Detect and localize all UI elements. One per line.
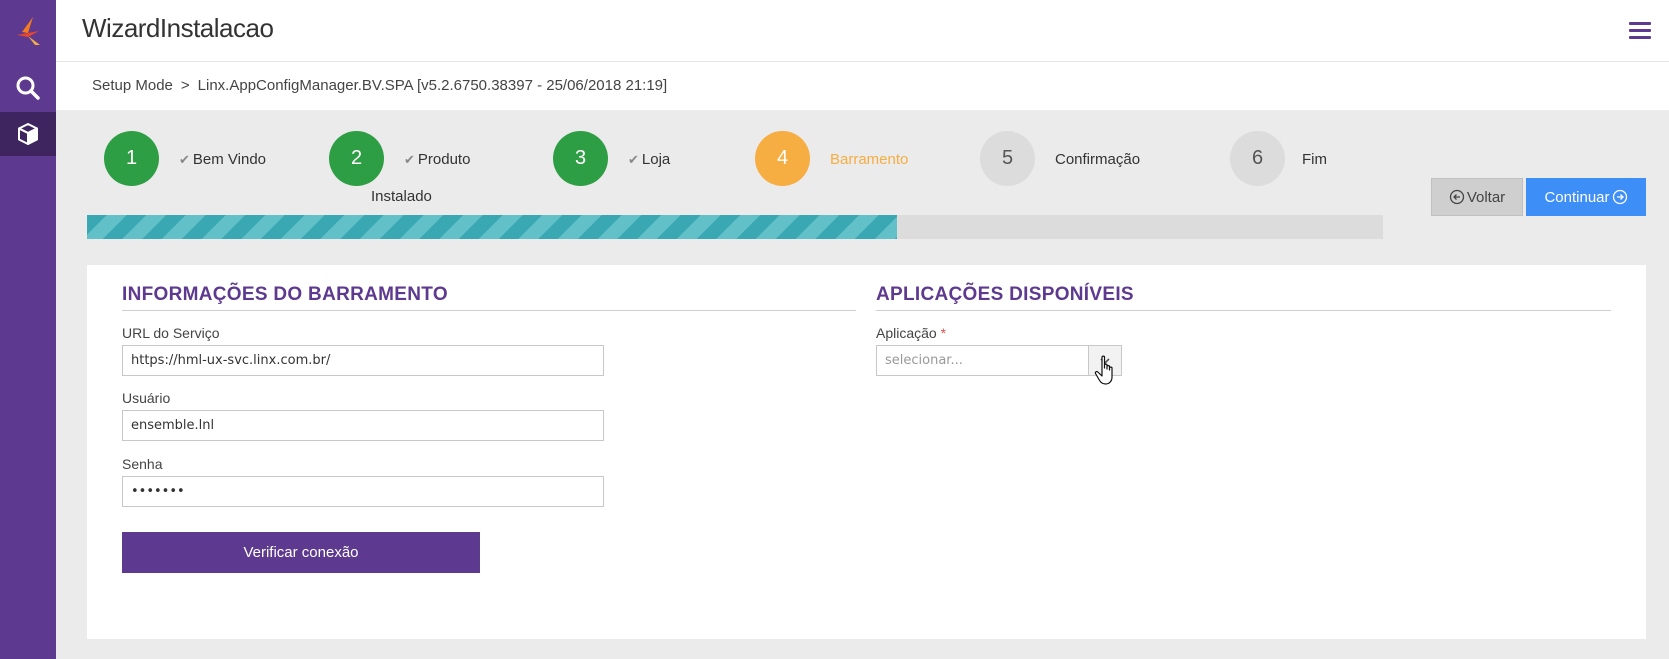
sidebar bbox=[0, 0, 56, 659]
top-bar: WizardInstalacao bbox=[56, 0, 1669, 62]
wizard-progress-bar bbox=[87, 215, 1383, 239]
hand-pointer-cursor-icon bbox=[1094, 355, 1118, 392]
app-select[interactable]: selecionar... bbox=[876, 345, 1122, 376]
back-button-label: Voltar bbox=[1466, 188, 1506, 206]
search-icon[interactable] bbox=[0, 66, 56, 110]
check-icon: ✔ bbox=[404, 152, 415, 167]
url-field[interactable]: https://hml-ux-svc.linx.com.br/ bbox=[122, 345, 604, 376]
breadcrumb-item-setup-mode[interactable]: Setup Mode bbox=[92, 77, 173, 94]
hamburger-menu-icon[interactable] bbox=[1629, 22, 1651, 40]
breadcrumb: Setup Mode > Linx.AppConfigManager.BV.SPA … bbox=[92, 77, 667, 94]
step-label-line2: Instalado bbox=[371, 188, 432, 205]
package-box-icon[interactable] bbox=[0, 112, 56, 156]
app-title: WizardInstalacao bbox=[82, 13, 274, 43]
user-label: Usuário bbox=[122, 390, 171, 406]
apps-section-divider bbox=[876, 310, 1611, 311]
breadcrumb-bar: Setup Mode > Linx.AppConfigManager.BV.SPA … bbox=[56, 62, 1669, 110]
continue-button-label: Continuar bbox=[1544, 188, 1610, 206]
password-label: Senha bbox=[122, 456, 163, 472]
bus-section-divider bbox=[122, 310, 856, 311]
breadcrumb-item-app: Linx.AppConfigManager.BV.SPA [v5.2.6750.… bbox=[197, 77, 668, 94]
check-icon: ✔ bbox=[628, 152, 639, 167]
breadcrumb-separator: > bbox=[180, 77, 190, 94]
linx-logo-icon[interactable] bbox=[0, 8, 56, 54]
required-mark: * bbox=[940, 325, 947, 341]
wizard-stepper: 1 ✔ Bem Vindo 2 ✔ Produto Instalado 3 ✔ Loj… bbox=[56, 110, 1669, 250]
arrow-left-circle-icon bbox=[1449, 189, 1464, 205]
step-label: Confirmação bbox=[1055, 151, 1141, 168]
verify-connection-button[interactable]: Verificar conexão bbox=[122, 532, 480, 573]
step-label: ✔ Bem Vindo bbox=[179, 151, 267, 168]
form-panel: INFORMAÇÕES DO BARRAMENTO URL do Serviço… bbox=[87, 265, 1646, 639]
step-label: Barramento bbox=[830, 151, 909, 168]
step-number: 4 bbox=[755, 131, 810, 186]
step-label: ✔ Loja bbox=[628, 151, 671, 168]
app-label: Aplicação * bbox=[876, 325, 947, 341]
back-button[interactable]: Voltar bbox=[1431, 178, 1523, 216]
continue-button[interactable]: Continuar bbox=[1526, 178, 1646, 216]
arrow-right-circle-icon bbox=[1612, 189, 1627, 205]
bus-section-title: INFORMAÇÕES DO BARRAMENTO bbox=[122, 284, 448, 305]
step-number: 1 bbox=[104, 131, 159, 186]
step-number: 3 bbox=[553, 131, 608, 186]
check-icon: ✔ bbox=[179, 152, 190, 167]
apps-section-title: APLICAÇÕES DISPONÍVEIS bbox=[876, 284, 1134, 305]
password-field[interactable]: ••••••• bbox=[122, 476, 604, 507]
app-select-value: selecionar... bbox=[885, 353, 963, 368]
step-number: 5 bbox=[980, 131, 1035, 186]
user-field[interactable]: ensemble.lnl bbox=[122, 410, 604, 441]
step-label: Fim bbox=[1302, 151, 1327, 168]
url-label: URL do Serviço bbox=[122, 325, 220, 341]
step-label: ✔ Produto bbox=[404, 151, 471, 168]
step-number: 6 bbox=[1230, 131, 1285, 186]
progress-fill bbox=[87, 215, 897, 239]
step-number: 2 bbox=[329, 131, 384, 186]
